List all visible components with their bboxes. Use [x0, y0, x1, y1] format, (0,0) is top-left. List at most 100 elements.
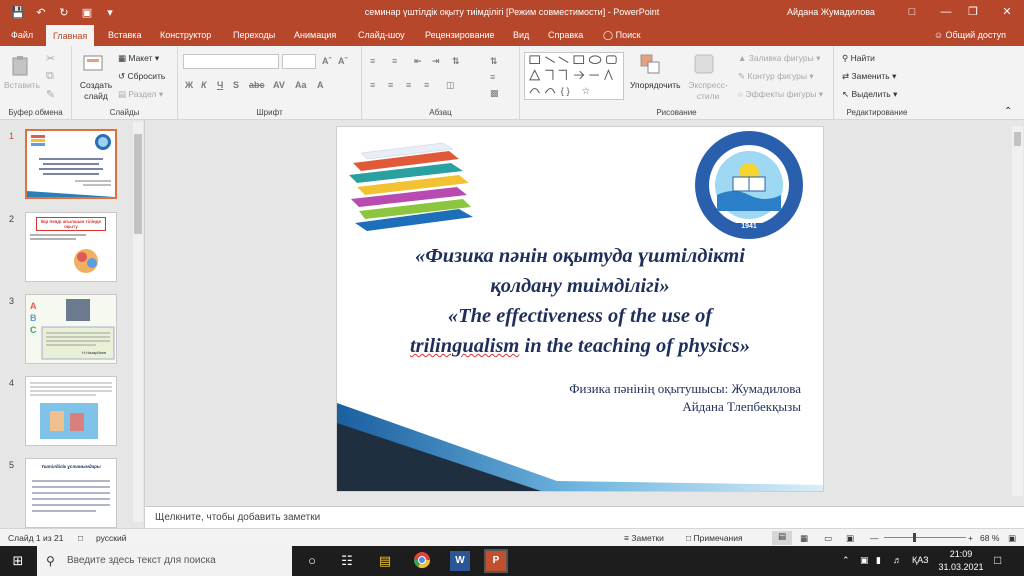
shrink-font-icon[interactable]: Aˇ	[338, 56, 348, 66]
line-spacing-icon[interactable]: ⇅	[452, 56, 460, 67]
spellcheck-icon[interactable]: □	[78, 533, 83, 543]
share-button[interactable]: ☺ Общий доступ	[934, 24, 1006, 46]
reset-button[interactable]: ↺ Сбросить	[118, 71, 165, 82]
font-name-field[interactable]	[183, 54, 279, 69]
format-painter-icon[interactable]: ✎	[46, 88, 55, 101]
numbering-icon[interactable]: ≡	[392, 56, 397, 66]
reading-view-icon[interactable]: ▭	[824, 533, 832, 544]
thumbnails-scroll-thumb[interactable]	[134, 134, 142, 234]
file-explorer-icon[interactable]: ▤	[375, 551, 395, 571]
windows-start-icon[interactable]: ⊞	[8, 551, 28, 571]
italic-button[interactable]: К	[201, 80, 207, 90]
cut-icon[interactable]: ✂	[46, 52, 55, 65]
slide-thumbnail[interactable]	[25, 376, 117, 446]
normal-view-icon[interactable]: ▤	[772, 531, 792, 545]
thumbnails-scrollbar[interactable]	[133, 122, 143, 522]
replace-button[interactable]: ⇄ Заменить ▾	[842, 71, 896, 82]
network-icon[interactable]: ▮	[876, 555, 881, 566]
columns-icon[interactable]: ◫	[446, 80, 455, 91]
cortana-icon[interactable]: ○	[302, 551, 322, 571]
zoom-level[interactable]: 68 %	[980, 533, 999, 543]
keyboard-language[interactable]: ҚАЗ	[912, 555, 929, 565]
redo-icon[interactable]: ↻	[56, 6, 72, 19]
tab-search[interactable]: ◯ Поиск	[596, 24, 648, 46]
align-left-icon[interactable]: ≡	[370, 80, 375, 90]
underline-button[interactable]: Ч	[217, 80, 223, 90]
tab-review[interactable]: Рецензирование	[418, 24, 502, 46]
change-case-icon[interactable]: Aa	[295, 80, 307, 90]
tab-insert[interactable]: Вставка	[101, 24, 148, 46]
slide-thumbnail[interactable]	[25, 129, 117, 199]
shape-effects-button[interactable]: ○ Эффекты фигуры ▾	[738, 89, 823, 100]
bullets-icon[interactable]: ≡	[370, 56, 375, 66]
font-size-field[interactable]	[282, 54, 316, 69]
bold-button[interactable]: Ж	[185, 80, 193, 90]
arrange-icon[interactable]	[638, 52, 662, 76]
collapse-ribbon-icon[interactable]: ⌃	[1004, 106, 1012, 117]
notifications-icon[interactable]: □	[994, 553, 1001, 567]
people-icon[interactable]: ▣	[860, 555, 869, 566]
tab-view[interactable]: Вид	[506, 24, 536, 46]
fit-slide-icon[interactable]: ▣	[1008, 533, 1016, 544]
zoom-in-button[interactable]: +	[968, 533, 973, 543]
comments-toggle[interactable]: □ Примечания	[686, 533, 743, 543]
tab-transitions[interactable]: Переходы	[226, 24, 282, 46]
slide-scrollbar[interactable]	[1012, 126, 1023, 496]
taskbar-search-box[interactable]: ⚲ Введите здесь текст для поиска	[37, 546, 292, 576]
paste-button[interactable]: Вставить	[4, 80, 40, 90]
powerpoint-icon[interactable]: P	[484, 549, 508, 573]
quick-styles-button[interactable]: Экспресс-стили	[684, 80, 732, 102]
chrome-icon[interactable]	[412, 551, 432, 571]
slide-sorter-icon[interactable]: ▦	[800, 533, 808, 544]
slide-thumbnail[interactable]: Үштілділік ұстанымдары	[25, 458, 117, 528]
char-spacing-icon[interactable]: AV	[273, 80, 285, 90]
clock-time[interactable]: 21:09	[946, 549, 976, 559]
arrange-button[interactable]: Упорядочить	[630, 80, 681, 90]
increase-indent-icon[interactable]: ⇥	[432, 56, 440, 67]
tab-animations[interactable]: Анимация	[287, 24, 343, 46]
text-direction-icon[interactable]: ⇅	[490, 56, 498, 67]
zoom-slider-thumb[interactable]	[913, 533, 916, 542]
notes-toggle[interactable]: ≡ Заметки	[624, 533, 664, 543]
notes-pane[interactable]: Щелкните, чтобы добавить заметки	[145, 506, 1024, 528]
copy-icon[interactable]: ⧉	[46, 70, 54, 83]
shape-outline-button[interactable]: ✎ Контур фигуры ▾	[738, 71, 814, 82]
strikethrough-button[interactable]: abc	[249, 80, 265, 90]
user-name[interactable]: Айдана Жумадилова	[787, 7, 875, 17]
decrease-indent-icon[interactable]: ⇤	[414, 56, 422, 67]
align-right-icon[interactable]: ≡	[406, 80, 411, 90]
paste-icon[interactable]	[9, 54, 33, 78]
justify-icon[interactable]: ≡	[424, 80, 429, 90]
new-slide-button[interactable]: Создать слайд	[78, 80, 114, 102]
tab-design[interactable]: Конструктор	[153, 24, 218, 46]
tab-slideshow[interactable]: Слайд-шоу	[351, 24, 412, 46]
layout-button[interactable]: ▦ Макет ▾	[118, 53, 159, 64]
zoom-slider[interactable]	[884, 537, 966, 538]
tray-chevron-icon[interactable]: ⌃	[842, 555, 850, 566]
slide-scroll-thumb[interactable]	[1014, 132, 1021, 146]
maximize-button[interactable]: ❐	[956, 0, 990, 24]
align-center-icon[interactable]: ≡	[388, 80, 393, 90]
quick-styles-icon[interactable]	[692, 52, 716, 76]
customize-qat-icon[interactable]: ▾	[102, 6, 118, 19]
new-slide-icon[interactable]	[82, 52, 106, 76]
slide-thumbnail[interactable]: Бір пәнді ағылшын тілінде оқыту	[25, 212, 117, 282]
tab-help[interactable]: Справка	[541, 24, 590, 46]
save-icon[interactable]: 💾	[10, 6, 26, 19]
slide-canvas[interactable]: 1941 «Физика пәнін оқытуда үштілдікті қо…	[336, 126, 824, 492]
grow-font-icon[interactable]: Aˆ	[322, 56, 332, 66]
font-color-icon[interactable]: A	[317, 80, 324, 90]
tab-home[interactable]: Главная	[46, 25, 95, 46]
ribbon-display-icon[interactable]: □	[895, 0, 929, 24]
shapes-gallery[interactable]: { } ☆	[524, 52, 624, 100]
shape-fill-button[interactable]: ▲ Заливка фигуры ▾	[738, 53, 820, 64]
volume-icon[interactable]: ♬	[893, 555, 902, 565]
present-icon[interactable]: ▣	[79, 6, 95, 19]
slideshow-view-icon[interactable]: ▣	[846, 533, 854, 544]
shadow-button[interactable]: S	[233, 80, 239, 90]
word-icon[interactable]: W	[450, 551, 470, 571]
section-button[interactable]: ▤ Раздел ▾	[118, 89, 163, 100]
align-text-icon[interactable]: ≡	[490, 72, 495, 82]
find-button[interactable]: ⚲ Найти	[842, 53, 875, 64]
clock-date[interactable]: 31.03.2021	[936, 562, 986, 572]
